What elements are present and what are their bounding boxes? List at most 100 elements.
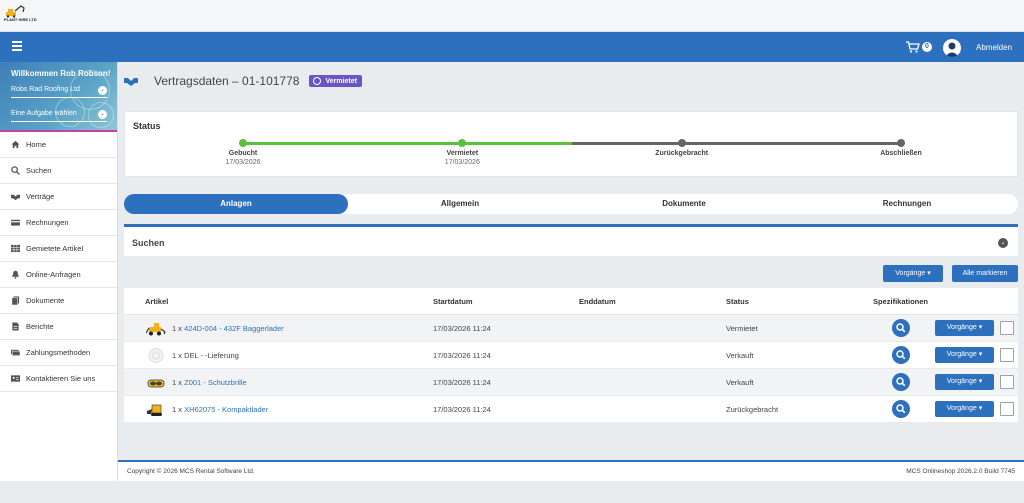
vorgaenge-dropdown-button[interactable]: Vorgänge ▾ (883, 265, 943, 282)
grid-icon (11, 244, 20, 253)
check-circle-icon (313, 77, 322, 85)
status-step-label: Gebucht (228, 150, 258, 157)
hamburger-menu-icon[interactable] (12, 41, 22, 51)
item-start-date: 17/03/2026 11:24 (433, 351, 491, 360)
item-status: Verkauft (726, 378, 754, 387)
search-panel-title: Suchen (132, 238, 165, 248)
logo-text: PLANT HIRE LTD (4, 17, 37, 22)
sidebar-item-label: Gemietete Artikel (26, 244, 84, 253)
tab-rechnungen[interactable]: Rechnungen (796, 194, 1018, 214)
column-header-status: Status (726, 297, 749, 306)
page-bottom-gap (0, 481, 1024, 503)
row-vorgaenge-button[interactable]: Vorgänge ▾ (935, 320, 994, 336)
user-avatar-icon[interactable] (943, 39, 961, 57)
tab-bar: Anlagen Allgemein Dokumente Rechnungen (124, 194, 1018, 214)
row-checkbox[interactable] (1000, 348, 1014, 362)
chevron-down-icon: ⌄ (98, 86, 107, 95)
chevron-down-icon[interactable]: ⌄ (998, 238, 1008, 248)
logout-link[interactable]: Abmelden (976, 43, 1012, 52)
vorgaenge-label: Vorgänge (895, 270, 926, 277)
welcome-title: Willkommen Rob Robson! (11, 69, 111, 78)
table-row: 1 x DEL - -Lieferung 17/03/2026 11:24 Ve… (124, 342, 1018, 369)
task-select[interactable]: Eine Aufgabe wählen ⌄ (11, 110, 107, 122)
sidebar-item-search[interactable]: Suchen (0, 158, 117, 184)
magnifier-icon[interactable] (892, 319, 910, 337)
tab-anlagen[interactable]: Anlagen (124, 194, 348, 214)
row-checkbox[interactable] (1000, 375, 1014, 389)
page-header: Vertragsdaten – 01-101778 Vermietet (124, 72, 362, 90)
sidebar-item-label: Home (26, 140, 47, 149)
sidebar-item-label: Rechnungen (26, 218, 69, 227)
chevron-down-icon: ⌄ (98, 110, 107, 119)
item-start-date: 17/03/2026 11:24 (433, 324, 491, 333)
item-start-date: 17/03/2026 11:24 (433, 378, 491, 387)
copyright-text: Copyright © 2026 MCS Rental Software Ltd… (127, 468, 255, 475)
company-logo[interactable]: PLANT HIRE LTD (4, 4, 37, 26)
status-step-dot (458, 139, 467, 147)
row-vorgaenge-label: Vorgänge (946, 351, 977, 358)
navbar: 0 Abmelden (0, 32, 1024, 62)
sidebar-item-label: Zahlungsmethoden (26, 348, 91, 357)
sidebar-item-online-requests[interactable]: Online-Anfragen (0, 262, 117, 288)
search-panel[interactable]: Suchen ⌄ (124, 224, 1018, 256)
column-header-enddatum: Enddatum (579, 297, 616, 306)
item-qty: 1 x (172, 351, 183, 360)
sidebar-item-label: Online-Anfragen (26, 270, 81, 279)
status-title: Status (133, 121, 161, 131)
row-vorgaenge-button[interactable]: Vorgänge ▾ (935, 347, 994, 363)
cart-icon[interactable] (906, 41, 920, 53)
task-select-value: Eine Aufgabe wählen (11, 110, 77, 117)
sidebar-item-contracts[interactable]: Verträge (0, 184, 117, 210)
sidebar-item-label: Dokumente (26, 296, 65, 305)
row-vorgaenge-label: Vorgänge (946, 405, 977, 412)
magnifier-icon[interactable] (892, 373, 910, 391)
page-title: Vertragsdaten – 01-101778 (154, 74, 300, 88)
status-step-dot (897, 139, 905, 147)
status-step-dot (239, 139, 247, 147)
item-start-date: 17/03/2026 11:24 (433, 405, 491, 414)
tab-dokumente[interactable]: Dokumente (572, 194, 796, 214)
search-icon (11, 166, 20, 175)
sidebar-item-documents[interactable]: Dokumente (0, 288, 117, 314)
table-row: 1 x XH62075 - Kompaktlader 17/03/2026 11… (124, 396, 1018, 423)
sidebar-item-payment-methods[interactable]: Zahlungsmethoden (0, 340, 117, 366)
company-select[interactable]: Robs Rad Roofing Ltd ⌄ (11, 86, 107, 98)
sidebar-item-label: Suchen (26, 166, 52, 175)
sidebar-item-label: Berichte (26, 322, 54, 331)
sidebar: Willkommen Rob Robson! Robs Rad Roofing … (0, 62, 118, 503)
main-content: Vertragsdaten – 01-101778 Vermietet Stat… (118, 62, 1024, 460)
row-checkbox[interactable] (1000, 321, 1014, 335)
item-qty: 1 x (172, 405, 183, 414)
sidebar-item-rented-items[interactable]: Gemietete Artikel (0, 236, 117, 262)
footer: Copyright © 2026 MCS Rental Software Ltd… (118, 460, 1024, 481)
row-checkbox[interactable] (1000, 402, 1014, 416)
item-link[interactable]: 424D-004 - 432F Baggerlader (184, 324, 284, 333)
row-vorgaenge-label: Vorgänge (946, 378, 977, 385)
tab-allgemein[interactable]: Allgemein (348, 194, 572, 214)
sidebar-item-invoices[interactable]: Rechnungen (0, 210, 117, 236)
bell-icon (11, 270, 20, 279)
table-header: Artikel Startdatum Enddatum Status Spezi… (124, 288, 1018, 315)
sidebar-item-reports[interactable]: Berichte (0, 314, 117, 340)
item-qty: 1 x (172, 378, 183, 387)
status-badge: Vermietet (309, 75, 362, 87)
column-header-spezifikationen: Spezifikationen (873, 297, 929, 306)
row-vorgaenge-button[interactable]: Vorgänge ▾ (935, 374, 994, 390)
status-step-date: 17/03/2026 (225, 159, 261, 166)
file-icon (12, 322, 19, 331)
item-qty: 1 x (172, 324, 183, 333)
mark-all-button[interactable]: Alle markieren (952, 265, 1018, 282)
safety-goggles-thumbnail (147, 379, 165, 388)
column-header-startdatum: Startdatum (433, 297, 473, 306)
status-card: Status Gebucht 17/03/2026 Vermietet 17/03/2… (124, 111, 1018, 177)
handshake-icon (124, 78, 138, 86)
item-status: Vermietet (726, 324, 758, 333)
row-vorgaenge-button[interactable]: Vorgänge ▾ (935, 401, 994, 417)
item-link[interactable]: XH62075 - Kompaktlader (184, 405, 268, 414)
status-track-done (243, 142, 572, 145)
sidebar-item-home[interactable]: Home (0, 132, 117, 158)
item-link[interactable]: Z001 - Schutzbrille (184, 378, 247, 387)
magnifier-icon[interactable] (892, 346, 910, 364)
magnifier-icon[interactable] (892, 400, 910, 418)
sidebar-item-contact-us[interactable]: Kontaktieren Sie uns (0, 366, 117, 392)
